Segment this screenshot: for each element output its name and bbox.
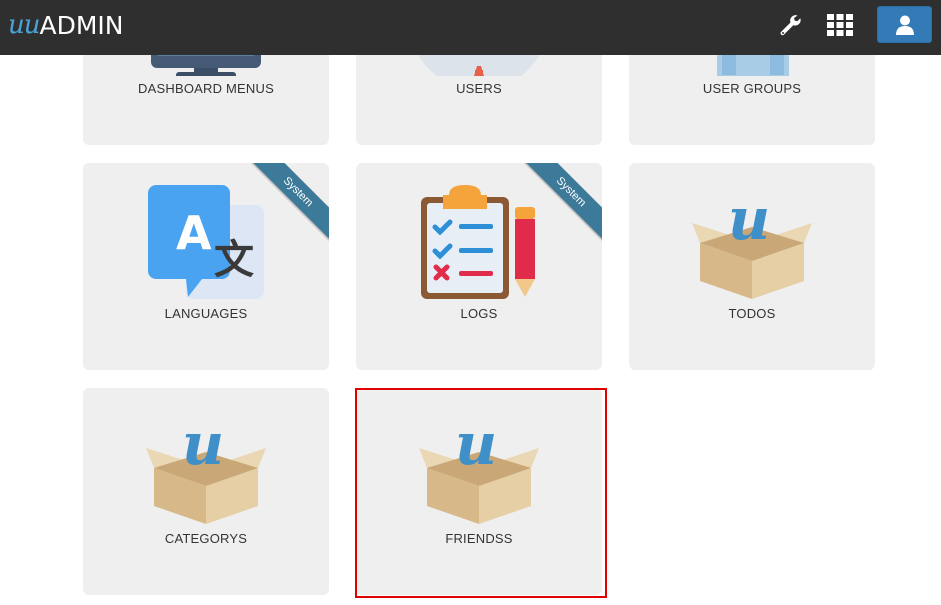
tile-label: TODOS — [728, 306, 776, 321]
tile-languages[interactable]: A 文 LANGUAGES System — [83, 163, 329, 370]
tile-todos[interactable]: u TODOS — [629, 163, 875, 370]
logo-mark: u — [8, 10, 25, 40]
top-navbar: uu ADMIN — [0, 0, 941, 55]
user-icon — [895, 15, 914, 35]
tile-label: DASHBOARD MENUS — [138, 81, 274, 96]
tile-friendss[interactable]: u FRIENDSS — [356, 388, 602, 595]
svg-text:u: u — [182, 410, 224, 478]
apps-grid-icon[interactable] — [822, 10, 858, 40]
box-icon: u — [146, 410, 266, 524]
tile-label: CATEGORYS — [164, 531, 248, 546]
svg-text:u: u — [455, 410, 497, 478]
tile-label: USER GROUPS — [702, 81, 802, 96]
box-icon: u — [419, 410, 539, 524]
system-ribbon: System — [517, 163, 602, 248]
logo-mark-second: u — [23, 10, 41, 40]
svg-text:u: u — [728, 185, 770, 253]
tile-label: LANGUAGES — [164, 306, 248, 321]
tile-label: USERS — [456, 81, 502, 96]
tile-categorys[interactable]: u CATEGORYS — [83, 388, 329, 595]
box-icon: u — [692, 185, 812, 299]
logo-text: ADMIN — [39, 10, 124, 40]
ribbon-label: System — [517, 163, 602, 246]
tile-label: LOGS — [460, 306, 498, 321]
wrench-icon[interactable] — [772, 10, 808, 40]
tile-logs[interactable]: LOGS System — [356, 163, 602, 370]
tile-label: FRIENDSS — [445, 531, 513, 546]
svg-text:A: A — [176, 206, 212, 260]
ribbon-label: System — [244, 163, 329, 246]
logo[interactable]: uu ADMIN — [8, 5, 124, 45]
user-menu-button[interactable] — [877, 6, 932, 43]
system-ribbon: System — [244, 163, 329, 248]
